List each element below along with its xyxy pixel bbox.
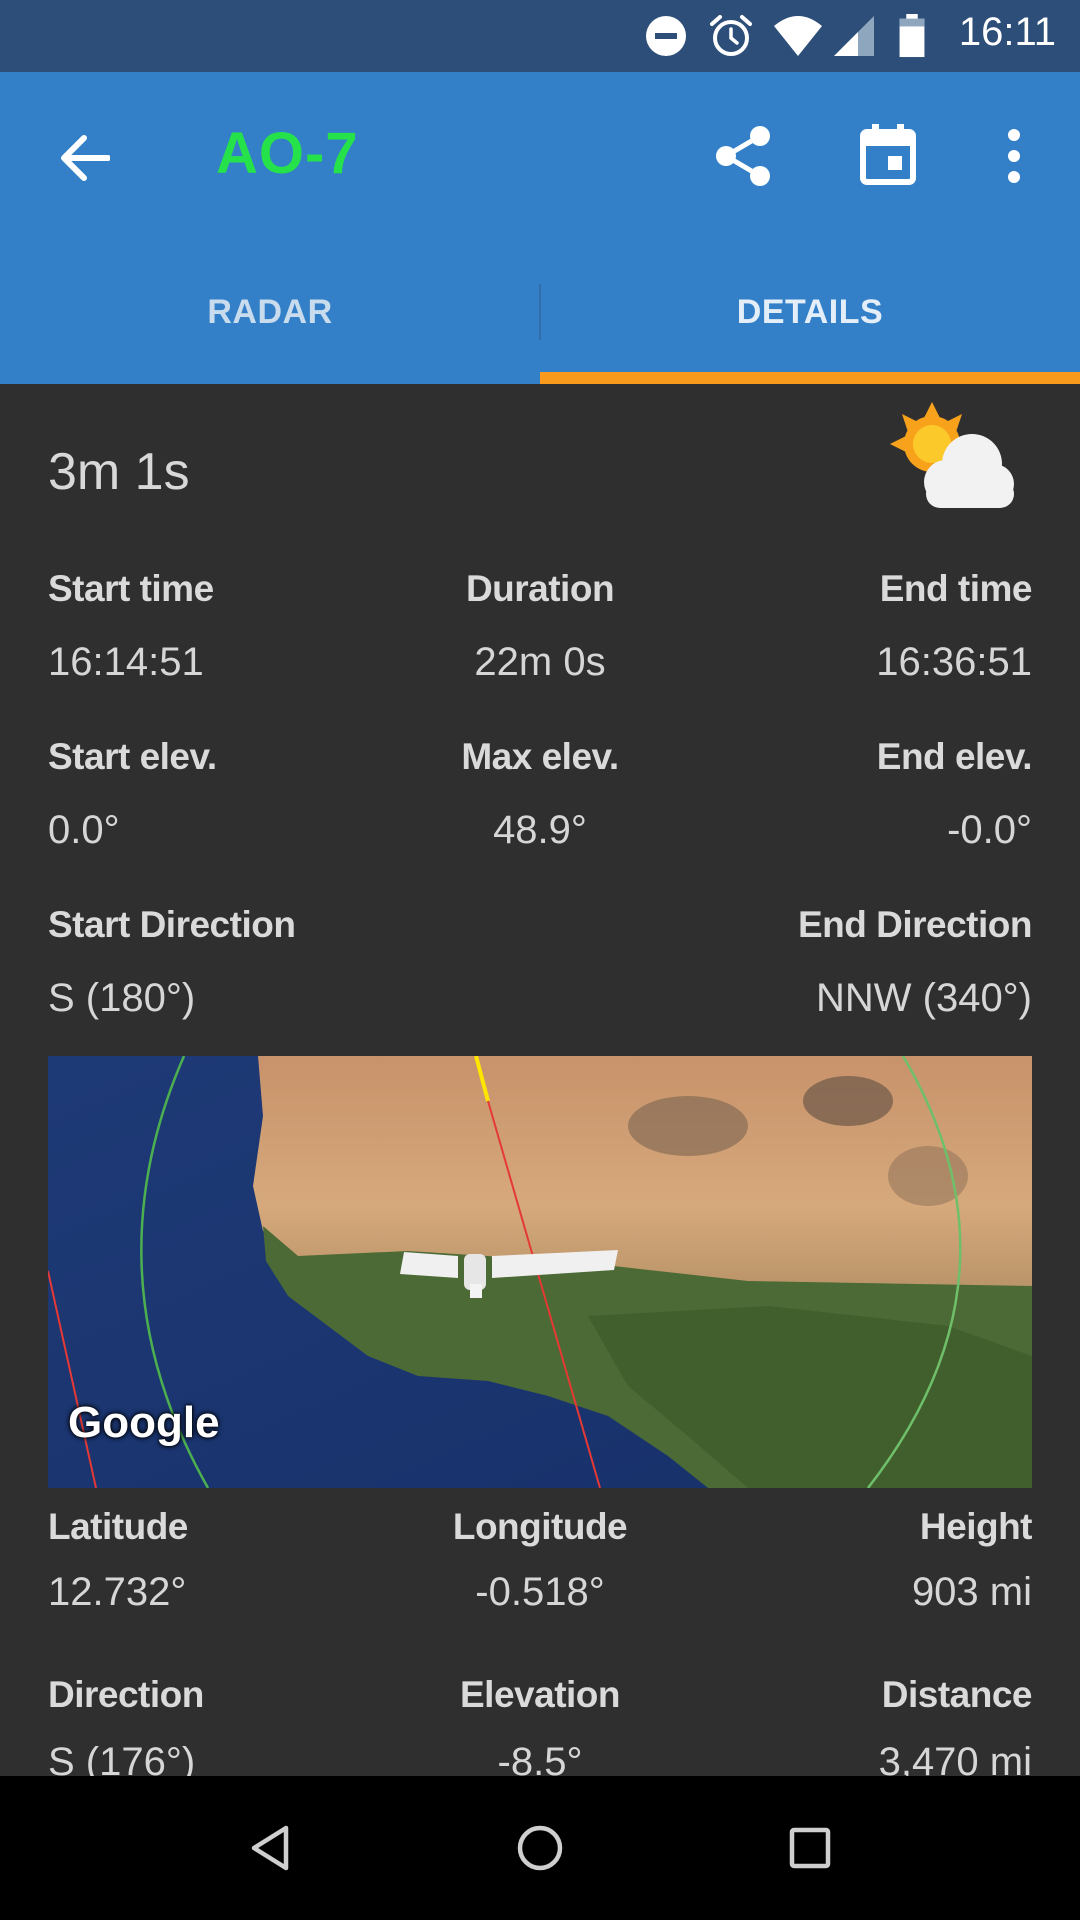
ground-track-map[interactable]: Google [48,1056,1032,1488]
distance-value: 3,470 mi [878,1740,1032,1776]
end-direction-label: End Direction [797,904,1033,945]
latitude-label: Latitude [48,1506,188,1547]
end-time-label: End time [879,568,1033,609]
tab-radar[interactable]: RADAR [0,240,540,384]
end-time-value: 16:36:51 [876,640,1032,684]
map-attribution: Google [68,1398,220,1447]
start-time-value: 16:14:51 [48,640,204,684]
battery-icon [899,14,925,58]
page-title: AO-7 [216,121,359,186]
end-direction-value: NNW (340°) [815,976,1032,1020]
elevation-value: -8.5° [497,1740,583,1776]
max-elev-value: 48.9° [493,808,587,852]
end-elev-label: End elev. [876,736,1033,777]
max-elev-label: Max elev. [461,736,619,777]
partly-cloudy-icon [890,402,1014,508]
height-value: 903 mi [911,1570,1032,1614]
status-bar: 16:11 [0,0,1080,72]
back-triangle-icon[interactable] [248,1824,292,1872]
home-circle-icon[interactable] [516,1824,564,1872]
wifi-icon [774,16,822,56]
signal-icon [834,16,874,56]
end-elev-value: -0.0° [947,808,1032,852]
more-vert-icon[interactable] [1004,128,1024,184]
system-nav-bar [0,1776,1080,1920]
recents-square-icon[interactable] [788,1826,832,1870]
tab-bar: RADAR DETAILS [0,240,1080,384]
tab-details[interactable]: DETAILS [540,240,1080,384]
direction-value: S (176°) [48,1740,196,1776]
start-time-label: Start time [48,568,214,609]
start-direction-value: S (180°) [48,976,196,1020]
longitude-label: Longitude [452,1506,628,1547]
countdown-timer: 3m 1s [48,443,190,501]
height-label: Height [919,1506,1033,1547]
elevation-label: Elevation [460,1674,621,1715]
details-panel[interactable]: 3m 1s Start time Duration End time 16:14… [0,384,1080,1776]
start-elev-value: 0.0° [48,808,120,852]
share-icon[interactable] [714,124,774,188]
alarm-icon [710,15,752,56]
start-elev-label: Start elev. [48,736,217,777]
distance-label: Distance [881,1674,1033,1715]
do-not-disturb-icon [646,16,686,56]
calendar-icon[interactable] [860,124,916,186]
direction-label: Direction [48,1674,204,1715]
latitude-value: 12.732° [48,1570,187,1614]
back-arrow-icon[interactable] [58,134,110,182]
duration-label: Duration [465,568,615,609]
duration-value: 22m 0s [474,640,606,684]
app-bar: AO-7 [0,72,1080,240]
active-tab-indicator [540,372,1080,384]
longitude-value: -0.518° [475,1570,605,1614]
start-direction-label: Start Direction [48,904,296,945]
clock: 16:11 [958,10,1056,54]
